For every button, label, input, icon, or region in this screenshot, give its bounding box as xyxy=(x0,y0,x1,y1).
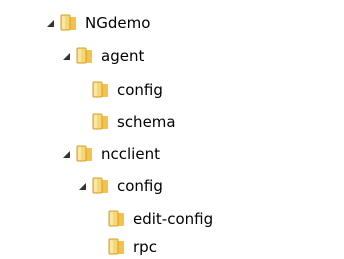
folder-icon xyxy=(60,14,78,32)
tree-item-label: rpc xyxy=(133,238,157,256)
tree-item-label: edit-config xyxy=(133,210,214,228)
expanded-arrow-icon[interactable] xyxy=(60,50,72,62)
folder-icon xyxy=(108,238,126,256)
tree-item-edit-config[interactable]: edit-config xyxy=(92,208,213,230)
tree-item-label: config xyxy=(117,177,163,195)
tree-item-ngdemo[interactable]: NGdemo xyxy=(44,12,150,34)
tree-item-schema[interactable]: schema xyxy=(76,111,176,133)
folder-tree: NGdemo agent config schema ncclient conf… xyxy=(0,0,344,259)
folder-icon xyxy=(92,177,110,195)
tree-item-agent[interactable]: agent xyxy=(60,45,144,67)
tree-item-label: NGdemo xyxy=(85,14,151,32)
folder-icon xyxy=(92,81,110,99)
expanded-arrow-icon[interactable] xyxy=(60,148,72,160)
tree-item-config[interactable]: config xyxy=(76,175,163,197)
expanded-arrow-icon[interactable] xyxy=(76,180,88,192)
tree-item-config[interactable]: config xyxy=(76,79,163,101)
tree-item-label: config xyxy=(117,81,163,99)
tree-item-rpc[interactable]: rpc xyxy=(92,236,157,258)
tree-item-label: schema xyxy=(117,113,176,131)
folder-icon xyxy=(92,113,110,131)
tree-item-ncclient[interactable]: ncclient xyxy=(60,143,160,165)
expanded-arrow-icon[interactable] xyxy=(44,17,56,29)
tree-item-label: ncclient xyxy=(101,145,160,163)
folder-icon xyxy=(76,47,94,65)
folder-icon xyxy=(76,145,94,163)
folder-icon xyxy=(108,210,126,228)
tree-item-label: agent xyxy=(101,47,145,65)
